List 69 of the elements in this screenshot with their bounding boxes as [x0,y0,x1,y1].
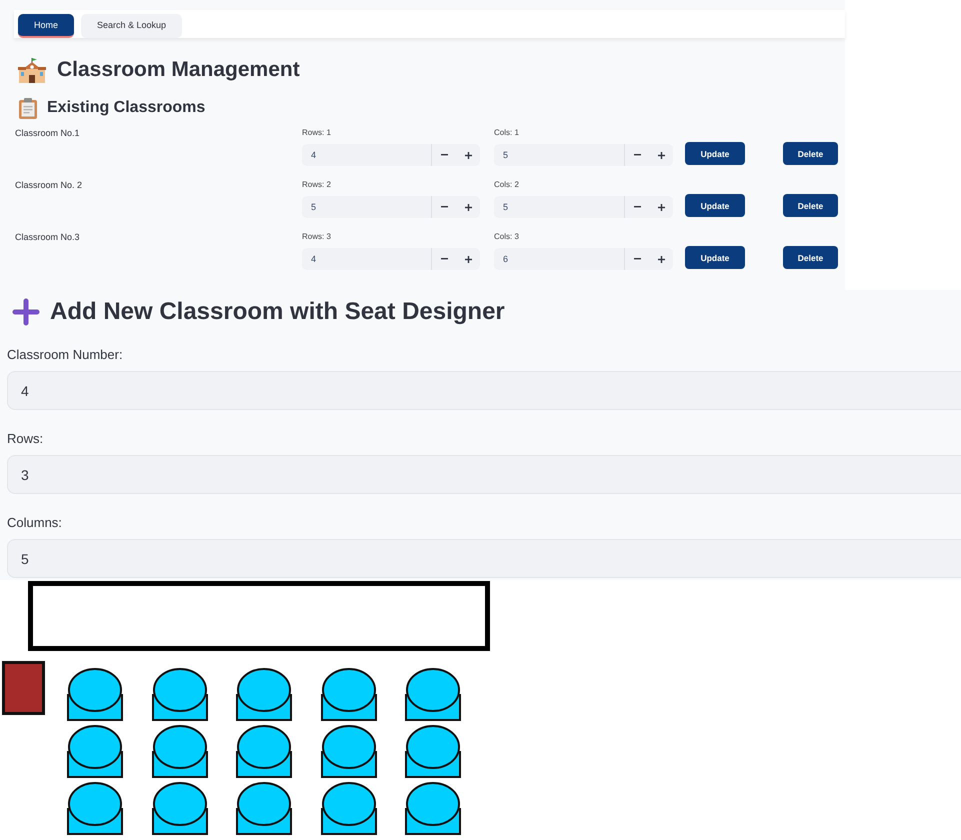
plus-icon [464,256,472,262]
seat-icon[interactable] [320,725,376,779]
clipboard-icon [19,98,37,118]
seat-icon[interactable] [67,782,123,836]
seat-icon[interactable] [67,725,123,779]
increment-button[interactable] [649,196,673,218]
plus-icon [464,204,472,210]
increment-button[interactable] [456,144,480,166]
update-button[interactable]: Update [685,246,745,269]
rows-field[interactable]: 4 [302,248,432,270]
seat-icon[interactable] [320,782,376,836]
increment-button[interactable] [649,144,673,166]
increment-button[interactable] [649,248,673,270]
delete-button[interactable]: Delete [783,142,838,165]
classroom-name: Classroom No.1 [15,127,81,139]
seat-icon[interactable] [236,725,292,779]
minus-icon [634,154,640,156]
seat-icon[interactable] [236,782,292,836]
increment-button[interactable] [456,248,480,270]
cols-label: Cols: 1 [494,127,519,139]
rows-field[interactable]: 5 [302,196,432,218]
minus-icon [440,258,448,260]
delete-button[interactable]: Delete [783,246,838,269]
input-field[interactable]: 3 [7,455,961,494]
tab[interactable]: Search & Lookup [81,14,182,38]
field-label: Columns: [7,515,62,531]
update-button[interactable]: Update [685,142,745,165]
cols-field[interactable]: 5 [494,144,625,166]
field-label: Rows: [7,431,44,447]
seat-icon[interactable] [152,668,208,722]
rows-label: Rows: 3 [302,231,331,243]
seat-icon[interactable] [152,725,208,779]
rows-field[interactable]: 4 [302,144,432,166]
minus-icon [634,258,640,260]
increment-button[interactable] [456,196,480,218]
minus-icon [634,206,640,208]
plus-icon [658,152,664,158]
minus-icon [440,206,448,208]
plus-icon [658,204,664,210]
seat-icon[interactable] [405,725,461,779]
tab[interactable]: Home [18,14,74,38]
rows-label: Rows: 2 [302,179,331,191]
minus-icon [440,154,448,156]
cols-label: Cols: 2 [494,179,519,191]
seat-icon[interactable] [67,668,123,722]
seat-icon[interactable] [152,782,208,836]
section-heading: Existing Classrooms [47,99,206,117]
school-icon [18,57,46,83]
classroom-name: Classroom No. 2 [15,179,84,191]
plus-icon [658,256,664,262]
seat-icon[interactable] [405,668,461,722]
seat-icon[interactable] [236,668,292,722]
plus-icon [464,152,472,158]
input-field[interactable]: 4 [7,371,961,410]
plus-icon [12,298,40,326]
field-label: Classroom Number: [7,347,123,363]
update-button[interactable]: Update [685,194,745,217]
classroom-name: Classroom No.3 [15,231,81,243]
desk [2,661,45,715]
delete-button[interactable]: Delete [783,194,838,217]
cols-label: Cols: 3 [494,231,519,243]
seat-icon[interactable] [320,668,376,722]
input-field[interactable]: 5 [7,539,961,578]
page-title: Classroom Management [57,58,300,82]
cols-field[interactable]: 5 [494,196,625,218]
seat-icon[interactable] [405,782,461,836]
rows-label: Rows: 1 [302,127,331,139]
section-heading: Add New Classroom with Seat Designer [50,298,505,326]
cols-field[interactable]: 6 [494,248,625,270]
